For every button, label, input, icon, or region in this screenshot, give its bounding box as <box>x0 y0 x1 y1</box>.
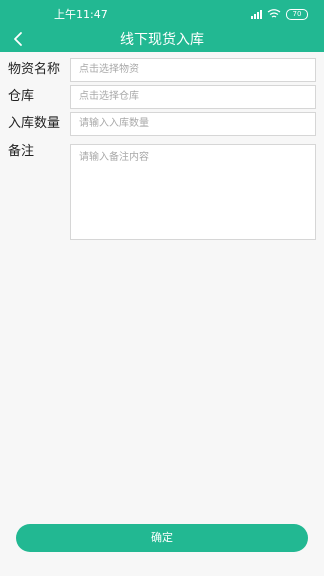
status-time: 上午11:47 <box>54 8 108 21</box>
inbound-form: 物资名称 点击选择物资 仓库 点击选择仓库 入库数量 请输入入库数量 备注 请输… <box>0 52 324 500</box>
battery-icon: 70 <box>286 8 308 20</box>
remark-textarea[interactable]: 请输入备注内容 <box>70 144 316 240</box>
footer-bar: 确定 <box>0 500 324 576</box>
signal-icon <box>251 9 262 19</box>
status-bar: 上午11:47 70 <box>0 0 324 28</box>
page-title: 线下现货入库 <box>120 32 204 48</box>
warehouse-select[interactable]: 点击选择仓库 <box>70 85 316 109</box>
confirm-button[interactable]: 确定 <box>16 524 308 552</box>
quantity-input[interactable]: 请输入入库数量 <box>70 112 316 136</box>
quantity-label: 入库数量 <box>8 116 61 131</box>
status-icons: 70 <box>251 7 308 21</box>
wifi-icon <box>267 9 281 18</box>
navigation-bar: 线下现货入库 <box>0 28 324 52</box>
material-name-label: 物资名称 <box>8 62 61 77</box>
top-app-bar: 上午11:47 70 线下现货入库 <box>0 0 324 52</box>
warehouse-label: 仓库 <box>8 89 35 104</box>
material-select[interactable]: 点击选择物资 <box>70 58 316 82</box>
remark-label: 备注 <box>8 144 35 159</box>
